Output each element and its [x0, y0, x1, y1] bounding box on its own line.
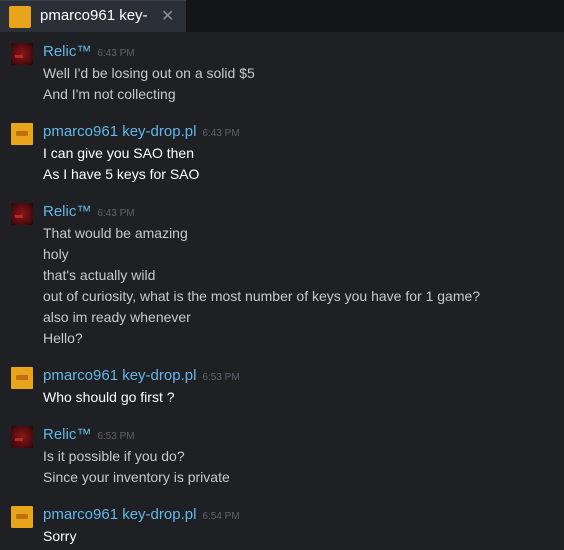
message-header: Relic™ 6:43 PM [43, 43, 135, 61]
message-line: also im ready whenever [43, 309, 191, 325]
message-line: And I'm not collecting [43, 86, 176, 102]
message-line: Well I'd be losing out on a solid $5 [43, 65, 255, 81]
avatar[interactable] [11, 43, 33, 65]
message-line: As I have 5 keys for SAO [43, 166, 200, 182]
chat-log: Relic™ 6:43 PM Well I'd be losing out on … [0, 32, 564, 550]
author-name[interactable]: pmarco961 key-drop.pl [43, 506, 196, 523]
tab-title: pmarco961 key- [40, 7, 148, 24]
message-time: 6:43 PM [97, 208, 135, 219]
message-header: pmarco961 key-drop.pl 6:54 PM [43, 506, 240, 524]
message-time: 6:54 PM [202, 511, 240, 522]
avatar[interactable] [11, 426, 33, 448]
message-header: Relic™ 6:53 PM [43, 426, 135, 444]
author-name[interactable]: Relic™ [43, 426, 91, 443]
tab-avatar [9, 6, 31, 28]
message-line: Who should go first ? [43, 389, 175, 405]
avatar[interactable] [11, 203, 33, 225]
message-time: 6:43 PM [97, 48, 135, 59]
message-line: I can give you SAO then [43, 145, 194, 161]
message-line: Is it possible if you do? [43, 448, 185, 464]
message-line: Sorry [43, 528, 77, 544]
author-name[interactable]: Relic™ [43, 203, 91, 220]
avatar[interactable] [11, 506, 33, 528]
author-name[interactable]: pmarco961 key-drop.pl [43, 123, 196, 140]
tab-bar: pmarco961 key- ✕ [0, 0, 564, 32]
message-line: Since your inventory is private [43, 469, 230, 485]
author-name[interactable]: pmarco961 key-drop.pl [43, 367, 196, 384]
chat-tab[interactable]: pmarco961 key- ✕ [0, 0, 186, 32]
message-time: 6:53 PM [97, 431, 135, 442]
author-name[interactable]: Relic™ [43, 43, 91, 60]
message-time: 6:43 PM [202, 128, 240, 139]
message-line: that's actually wild [43, 267, 156, 283]
message-line: Hello? [43, 330, 83, 346]
avatar[interactable] [11, 367, 33, 389]
message-time: 6:53 PM [202, 372, 240, 383]
message-header: Relic™ 6:43 PM [43, 203, 135, 221]
message-line: out of curiosity, what is the most numbe… [43, 288, 481, 304]
message-header: pmarco961 key-drop.pl 6:43 PM [43, 123, 240, 141]
message-line: holy [43, 246, 69, 262]
message-line: That would be amazing [43, 225, 188, 241]
message-header: pmarco961 key-drop.pl 6:53 PM [43, 367, 240, 385]
avatar[interactable] [11, 123, 33, 145]
close-icon[interactable]: ✕ [161, 6, 174, 25]
